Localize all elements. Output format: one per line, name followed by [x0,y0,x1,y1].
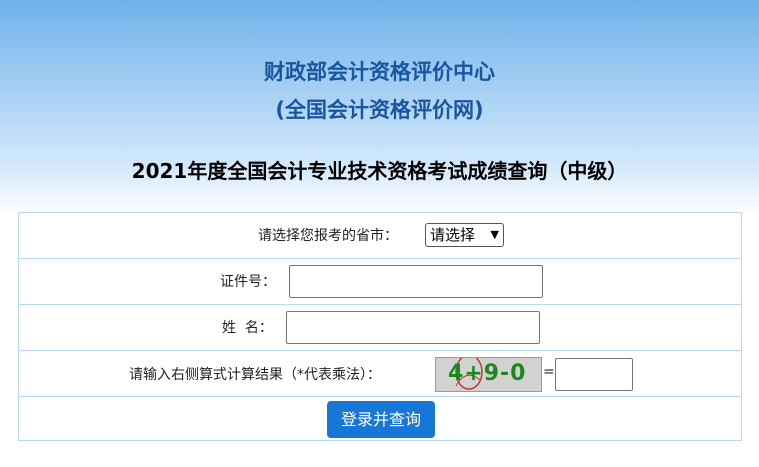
id-label: 证件号： [220,274,276,290]
org-title-line1: 财政部会计资格评价中心 [264,60,495,84]
captcha-text: 4+9-0 [448,361,527,386]
name-label: 姓 名： [222,320,273,336]
submit-row: 登录并查询 [19,397,741,440]
province-select[interactable]: 请选择 ▼ [425,223,504,247]
captcha-answer-input[interactable] [555,358,633,391]
province-select-value: 请选择 [430,226,476,244]
page-title: 2021年度全国会计专业技术资格考试成绩查询（中级） [131,159,628,183]
id-row: 证件号： [19,259,741,305]
login-query-button[interactable]: 登录并查询 [327,401,435,438]
province-label: 请选择您报考的省市： [258,228,398,244]
province-row: 请选择您报考的省市： 请选择 ▼ [19,213,741,259]
query-form: 请选择您报考的省市： 请选择 ▼ 证件号： 姓 名： 请输入右侧算式计算结果（*… [18,212,742,441]
id-number-input[interactable] [289,265,543,298]
captcha-image[interactable]: 4+9-0 [435,357,542,392]
org-title-line2: (全国会计资格评价网) [275,98,484,122]
equals-sign: = [543,364,555,380]
captcha-row: 请输入右侧算式计算结果（*代表乘法）： 4+9-0 = [19,351,741,397]
name-input[interactable] [286,311,540,344]
name-row: 姓 名： [19,305,741,351]
chevron-down-icon: ▼ [490,228,499,241]
captcha-label: 请输入右侧算式计算结果（*代表乘法）： [129,367,381,383]
